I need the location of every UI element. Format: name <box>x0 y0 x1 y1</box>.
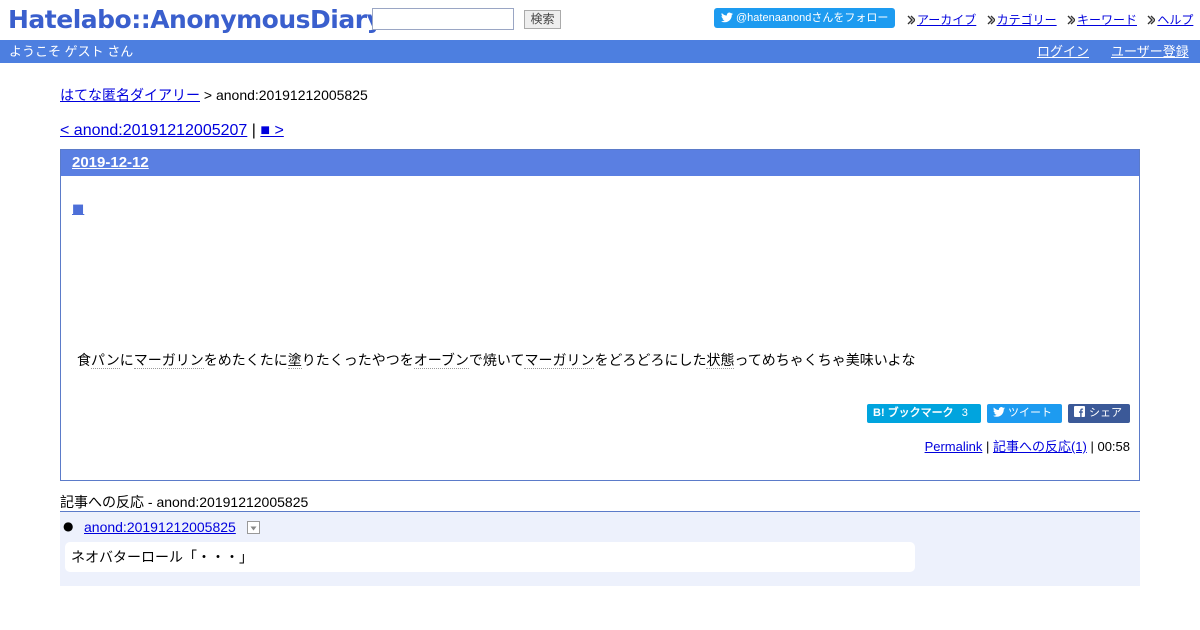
nav-category[interactable]: カテゴリー <box>987 13 1060 27</box>
nav-help-link[interactable]: ヘルプ <box>1157 13 1193 27</box>
reactions-count-link[interactable]: 記事への反応(1) <box>993 439 1087 454</box>
breadcrumb: はてな匿名ダイアリー > anond:20191212005825 <box>60 85 368 105</box>
tweet-button[interactable]: ツイート <box>987 404 1062 423</box>
next-entry-link[interactable]: ■ > <box>260 122 283 139</box>
entry-body-text: 食パンにマーガリンをめたくたに塗りたくったやつをオーブンで焼いてマーガリンをどろ… <box>77 350 916 370</box>
entry-date-header: 2019-12-12 <box>61 150 1139 176</box>
footer-separator: | <box>982 439 993 454</box>
twitter-bird-icon <box>993 407 1005 417</box>
chevron-down-icon <box>250 526 257 531</box>
site-header: Hatelabo::AnonymousDiary 検索 @hatenaanond… <box>0 0 1200 40</box>
prev-entry-link[interactable]: < anond:20191212005207 <box>60 122 247 139</box>
pager-separator: | <box>247 122 261 139</box>
twitter-bird-icon <box>721 12 733 23</box>
welcome-text: ようこそ ゲスト さん <box>9 44 134 59</box>
entry-footer: Permalink | 記事への反応(1) | 00:58 <box>925 436 1130 455</box>
nav-help[interactable]: ヘルプ <box>1147 13 1193 27</box>
nav-keyword[interactable]: キーワード <box>1067 13 1140 27</box>
body-text-segment: をどろどろにした <box>594 352 707 368</box>
nav-archive-link[interactable]: アーカイブ <box>917 13 976 27</box>
hatena-bookmark-button[interactable]: B! ブックマーク 3 <box>867 404 981 423</box>
entry-time: | 00:58 <box>1086 439 1130 454</box>
reaction-excerpt: ネオバターロール「・・・」 <box>65 542 915 572</box>
keyword-link[interactable]: オーブン <box>413 352 469 369</box>
keyword-link[interactable]: 塗 <box>287 352 302 369</box>
reactions-title: 記事への反応 - anond:20191212005825 <box>60 494 309 510</box>
facebook-share-button[interactable]: シェア <box>1068 404 1130 423</box>
bookmark-label: B! ブックマーク <box>873 407 954 419</box>
search-input[interactable] <box>372 8 514 30</box>
bookmark-count: 3 <box>961 407 968 419</box>
nav-category-link[interactable]: カテゴリー <box>997 13 1057 27</box>
list-bullet: ● <box>63 519 74 533</box>
reactions-list: ● anond:20191212005825 ネオバターロール「・・・」 <box>60 511 1140 586</box>
arrow-icon <box>987 15 995 25</box>
search-button[interactable]: 検索 <box>524 10 561 29</box>
register-link[interactable]: ユーザー登録 <box>1111 40 1189 63</box>
tweet-label: ツイート <box>1008 407 1052 419</box>
share-buttons: B! ブックマーク 3 ツイート シェア <box>861 404 1130 423</box>
body-text-segment: ってめちゃくちゃ美味いよな <box>734 352 916 368</box>
welcome-bar: ようこそ ゲスト さん ログイン ユーザー登録 <box>0 40 1200 63</box>
keyword-link[interactable]: マーガリン <box>133 352 204 369</box>
keyword-link[interactable]: 状態 <box>706 352 735 369</box>
expand-toggle[interactable] <box>247 521 260 534</box>
body-text-segment: で焼いて <box>468 352 525 368</box>
arrow-icon <box>1067 15 1075 25</box>
entry-pager: < anond:20191212005207 | ■ > <box>60 122 284 140</box>
arrow-icon <box>907 15 915 25</box>
keyword-link[interactable]: パン <box>91 352 120 369</box>
reaction-entry-link[interactable]: anond:20191212005825 <box>84 519 236 535</box>
breadcrumb-current: > anond:20191212005825 <box>200 87 368 103</box>
nav-archive[interactable]: アーカイブ <box>907 13 980 27</box>
body-text-segment: 食 <box>77 352 91 368</box>
breadcrumb-home-link[interactable]: はてな匿名ダイアリー <box>60 87 200 103</box>
login-link[interactable]: ログイン <box>1037 40 1089 63</box>
top-nav: アーカイブ カテゴリー キーワード ヘルプ <box>900 11 1193 28</box>
nav-keyword-link[interactable]: キーワード <box>1077 13 1137 27</box>
follow-label: @hatenaanondさんをフォロー <box>736 12 889 24</box>
keyword-link[interactable]: マーガリン <box>524 352 595 369</box>
body-text-segment: に <box>119 352 134 368</box>
section-mark-link[interactable]: ■ <box>72 202 84 217</box>
body-text-segment: をめたくたに <box>203 352 288 368</box>
share-label: シェア <box>1089 407 1122 419</box>
site-logo[interactable]: Hatelabo::AnonymousDiary <box>8 4 383 36</box>
entry-date-link[interactable]: 2019-12-12 <box>72 154 149 171</box>
body-text-segment: りたくったやつを <box>301 352 414 368</box>
diary-entry: 2019-12-12 ■ 食パンにマーガリンをめたくたに塗りたくったやつをオーブ… <box>60 149 1140 481</box>
facebook-icon <box>1074 406 1085 417</box>
twitter-follow-button[interactable]: @hatenaanondさんをフォロー <box>714 8 895 28</box>
permalink[interactable]: Permalink <box>925 439 983 454</box>
arrow-icon <box>1147 15 1156 25</box>
